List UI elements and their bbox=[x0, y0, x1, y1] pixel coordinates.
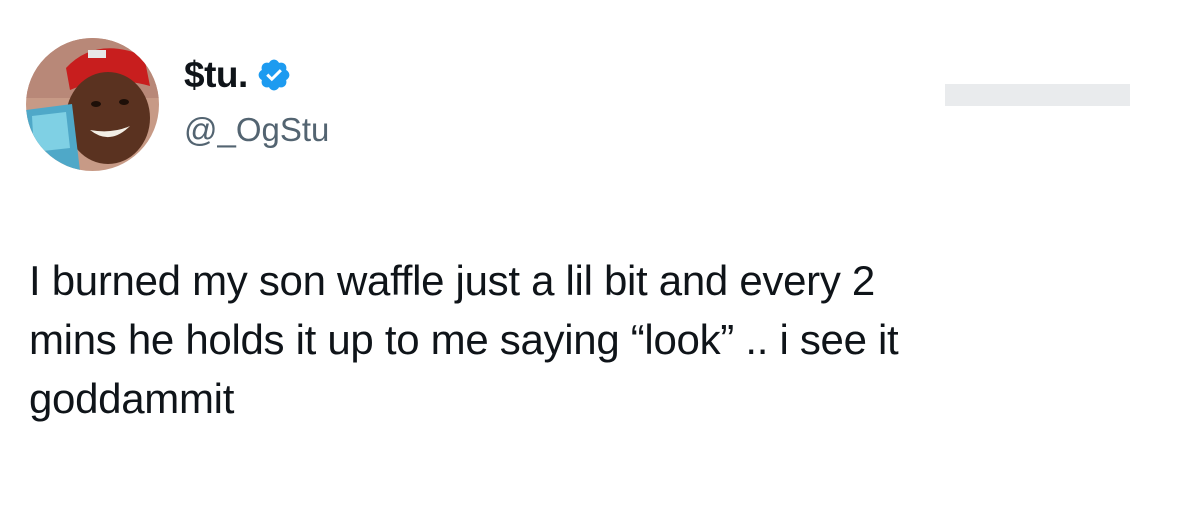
author-handle[interactable]: @_OgStu bbox=[184, 109, 329, 151]
avatar-photo-icon bbox=[26, 38, 159, 171]
tweet-card: $tu. @_OgStu I burned my son waffle just… bbox=[0, 0, 1179, 505]
watermark-logo-icon bbox=[945, 84, 1130, 106]
tweet-text-line: goddammit bbox=[29, 375, 235, 422]
verified-badge-icon bbox=[256, 57, 292, 93]
author-name-row: $tu. bbox=[184, 52, 292, 98]
author-display-name[interactable]: $tu. bbox=[184, 52, 248, 98]
author-avatar[interactable] bbox=[26, 38, 159, 171]
tweet-text-line: mins he holds it up to me saying “look” … bbox=[29, 316, 899, 363]
tweet-text-line: I burned my son waffle just a lil bit an… bbox=[29, 257, 875, 304]
tweet-text: I burned my son waffle just a lil bit an… bbox=[29, 251, 1149, 428]
